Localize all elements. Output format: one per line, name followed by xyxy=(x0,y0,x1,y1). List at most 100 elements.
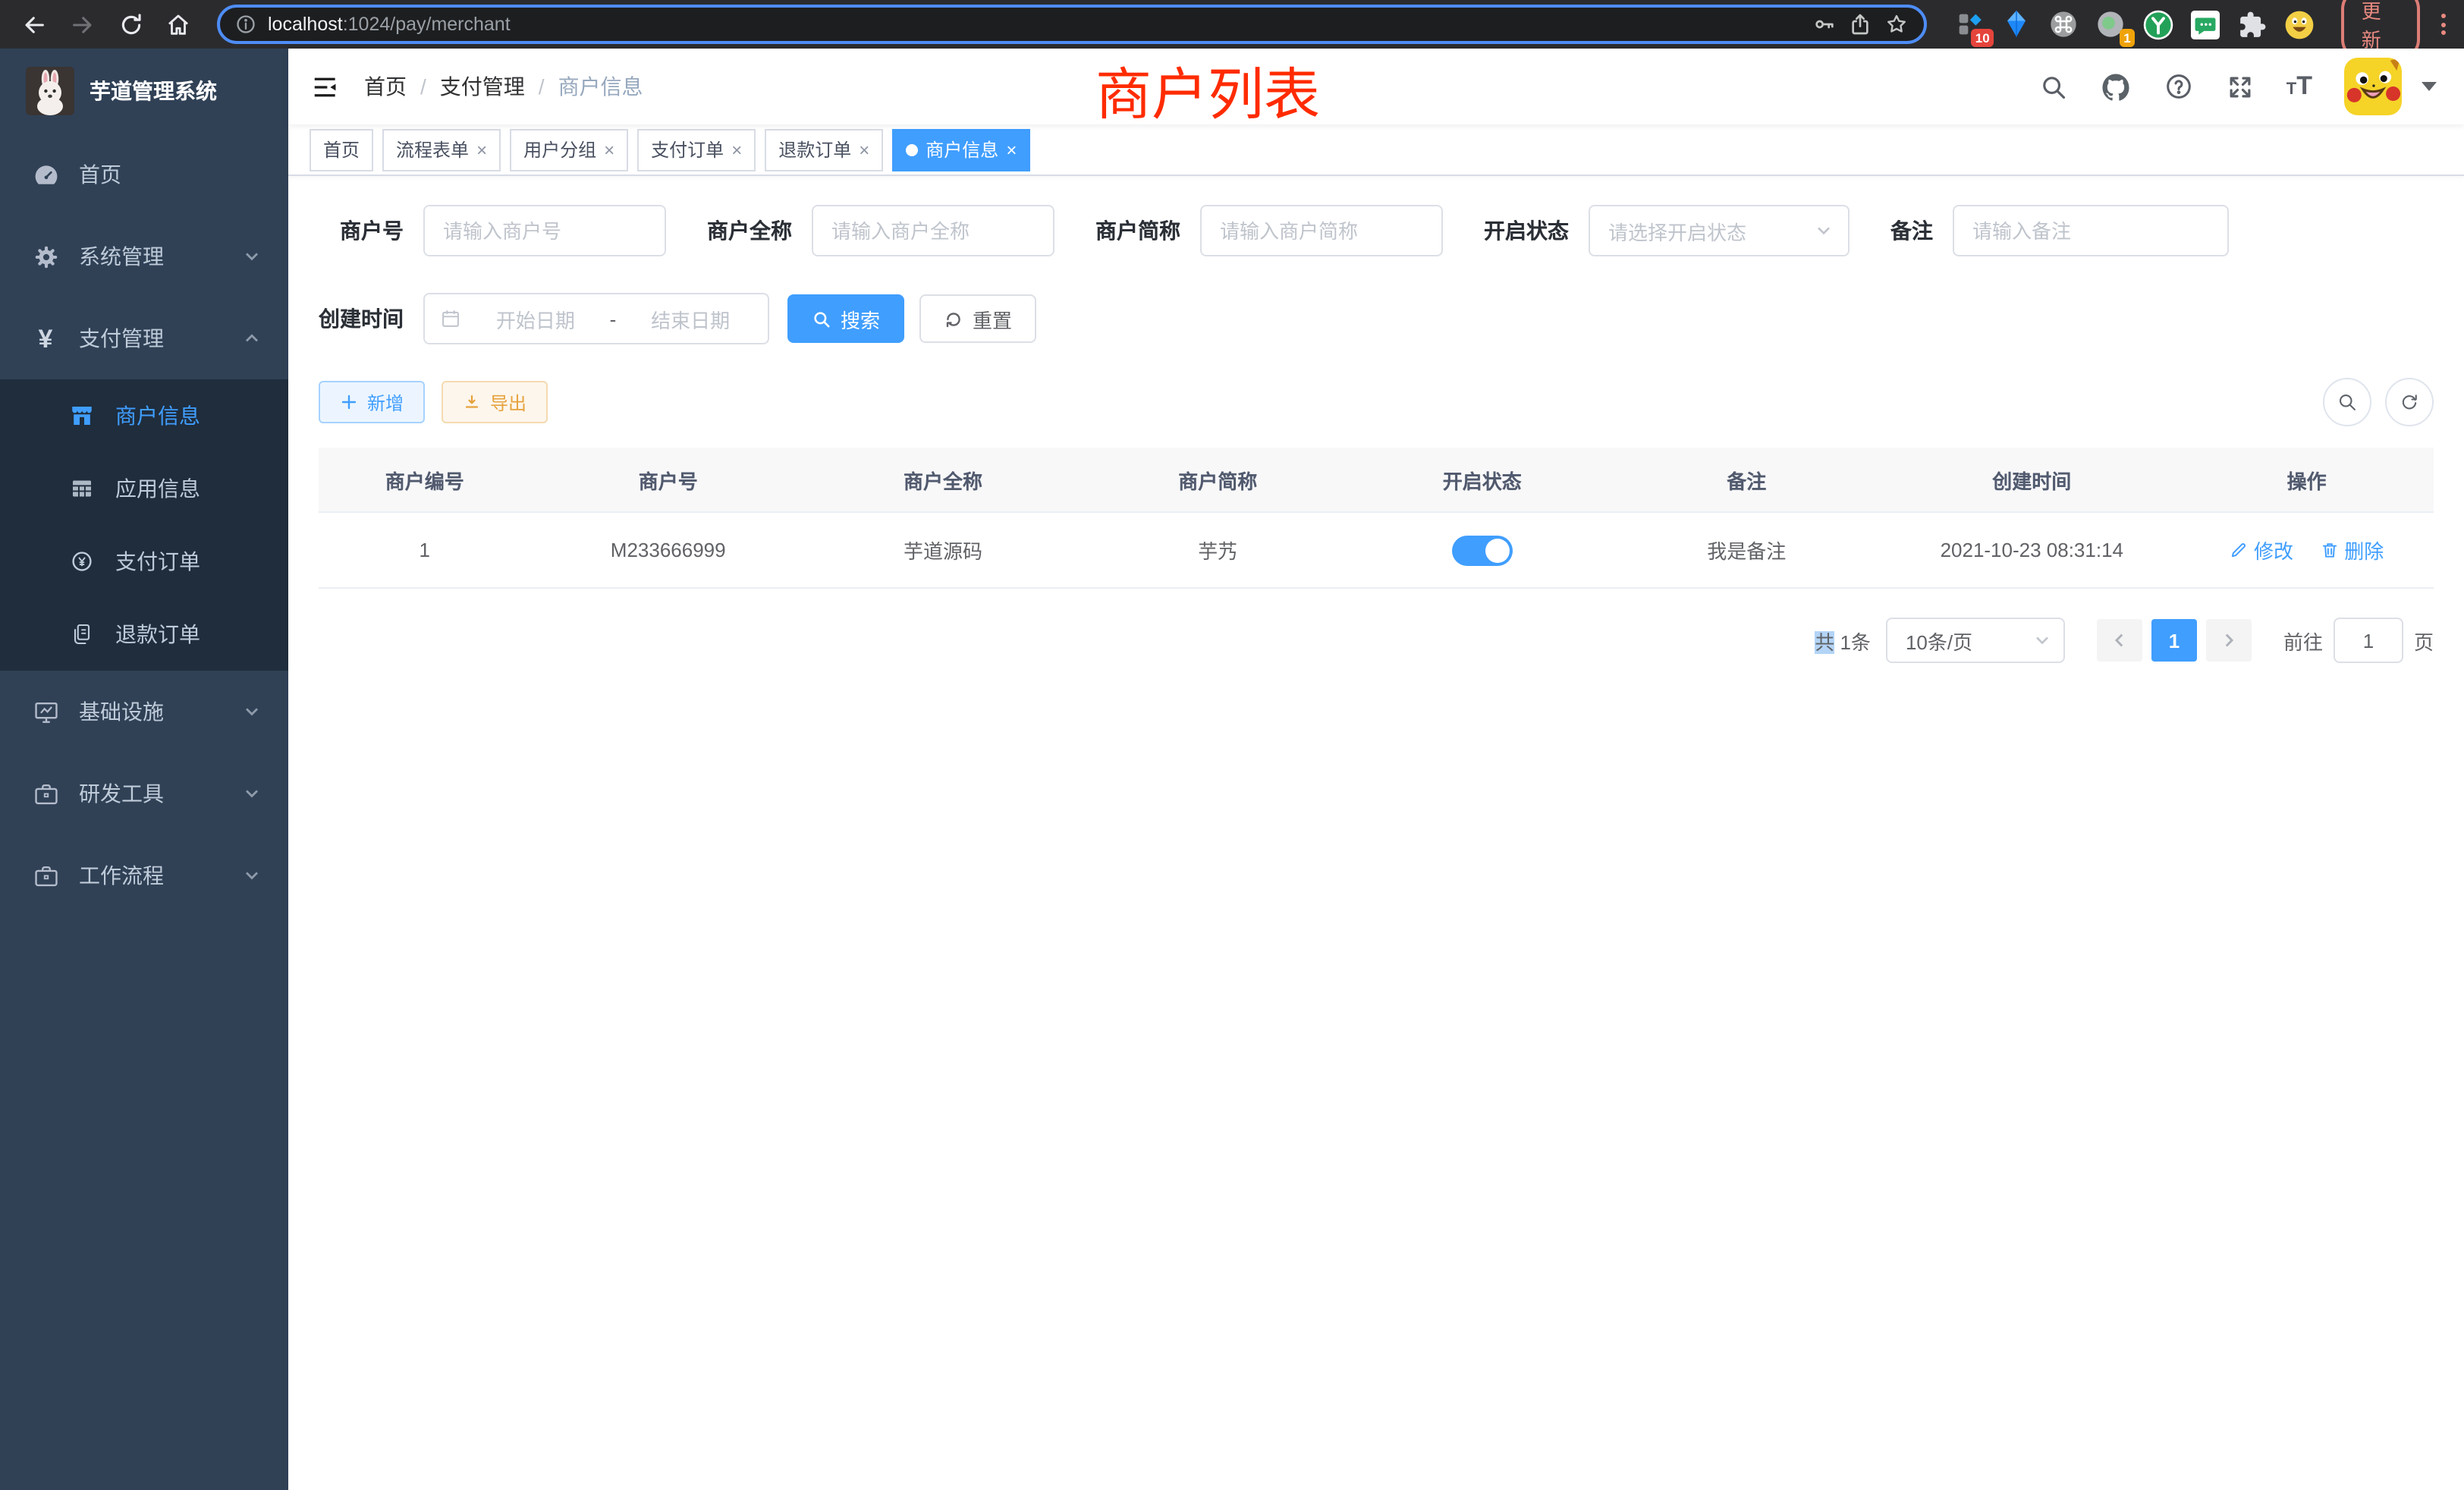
extension-y-icon[interactable] xyxy=(2140,6,2176,42)
reset-button[interactable]: 重置 xyxy=(919,294,1036,343)
sidebar-collapse-icon[interactable] xyxy=(311,72,340,101)
extension-kite-icon[interactable] xyxy=(1999,6,2035,42)
edit-link[interactable]: 修改 xyxy=(2230,536,2293,564)
breadcrumb-home[interactable]: 首页 xyxy=(364,71,407,102)
header-search-icon[interactable] xyxy=(2039,72,2068,101)
sidebar-item-infra[interactable]: 基础设施 xyxy=(0,671,288,753)
date-start-placeholder: 开始日期 xyxy=(473,304,598,333)
cell-short-name: 芋艿 xyxy=(1080,512,1355,588)
site-info-icon[interactable] xyxy=(234,14,256,35)
extensions-puzzle-icon[interactable] xyxy=(2234,6,2271,42)
sidebar-item-system[interactable]: 系统管理 xyxy=(0,215,288,297)
extension-recorder-icon[interactable]: 1 xyxy=(2093,6,2129,42)
goto-page-input[interactable] xyxy=(2334,618,2403,663)
close-icon[interactable]: × xyxy=(731,140,742,159)
table-refresh-icon[interactable] xyxy=(2385,378,2434,426)
tab-home[interactable]: 首页 xyxy=(310,128,373,171)
browser-menu-icon[interactable] xyxy=(2441,14,2446,35)
tab-refund-order[interactable]: 退款订单 × xyxy=(765,128,883,171)
pay-submenu: 商户信息 应用信息 支付订单 xyxy=(0,379,288,671)
sidebar-item-workflow[interactable]: 工作流程 xyxy=(0,835,288,916)
extension-command-icon[interactable] xyxy=(2046,6,2082,42)
tab-pay-order[interactable]: 支付订单 × xyxy=(637,128,756,171)
next-page-button[interactable] xyxy=(2206,619,2252,662)
merchant-no-input[interactable] xyxy=(423,205,666,256)
date-range-picker[interactable]: 开始日期 - 结束日期 xyxy=(423,293,769,344)
address-bar[interactable]: localhost:1024/pay/merchant xyxy=(216,5,1928,44)
document-icon xyxy=(64,621,100,648)
status-select[interactable]: 请选择开启状态 xyxy=(1589,205,1850,256)
home-icon[interactable] xyxy=(159,5,198,44)
profile-emoji-icon[interactable] xyxy=(2281,6,2318,42)
plus-icon xyxy=(340,393,358,411)
status-toggle[interactable] xyxy=(1452,535,1513,565)
dashboard-icon xyxy=(27,160,64,189)
merchant-list-page: 商户号 商户全称 商户简称 开启状态 请选择开启状态 xyxy=(288,176,2464,1490)
github-icon[interactable] xyxy=(2100,71,2132,102)
sidebar-item-pay[interactable]: ¥ 支付管理 xyxy=(0,297,288,379)
reload-icon[interactable] xyxy=(112,5,150,44)
search-button[interactable]: 搜索 xyxy=(787,294,904,343)
extension-chat-icon[interactable] xyxy=(2187,6,2224,42)
font-size-icon[interactable]: TT xyxy=(2286,71,2312,102)
yen-icon: ¥ xyxy=(27,325,64,351)
create-time-label: 创建时间 xyxy=(319,303,404,334)
chevron-down-icon xyxy=(243,703,261,721)
avatar-caret-icon[interactable] xyxy=(2422,82,2437,91)
sidebar-item-refund-order[interactable]: 退款订单 xyxy=(0,598,288,671)
sidebar-item-pay-order[interactable]: 支付订单 xyxy=(0,525,288,598)
short-name-input[interactable] xyxy=(1200,205,1443,256)
logo-rabbit-image xyxy=(26,67,74,115)
full-name-label: 商户全称 xyxy=(707,215,792,246)
tab-user-group[interactable]: 用户分组 × xyxy=(510,128,628,171)
share-icon[interactable] xyxy=(1849,12,1873,36)
total-count: 共 1条 xyxy=(1815,626,1871,655)
fullscreen-icon[interactable] xyxy=(2226,72,2255,101)
goto-label: 前往 xyxy=(2283,626,2323,655)
help-icon[interactable] xyxy=(2164,71,2194,102)
export-button[interactable]: 导出 xyxy=(442,381,548,423)
gear-icon xyxy=(27,242,64,271)
extension-badge: 10 xyxy=(1971,28,1994,47)
page-size-select[interactable]: 10条/页 xyxy=(1886,618,2065,663)
app-logo: 芋道管理系统 xyxy=(0,49,288,134)
close-icon[interactable]: × xyxy=(476,140,487,159)
breadcrumb-pay[interactable]: 支付管理 xyxy=(440,71,525,102)
back-icon[interactable] xyxy=(15,5,54,44)
close-icon[interactable]: × xyxy=(859,140,869,159)
remark-input[interactable] xyxy=(1953,205,2229,256)
prev-page-button[interactable] xyxy=(2097,619,2142,662)
select-caret-icon xyxy=(1815,222,1833,240)
password-key-icon[interactable] xyxy=(1812,12,1837,36)
tab-merchant-info[interactable]: 商户信息 × xyxy=(892,128,1030,171)
sidebar-item-devtools[interactable]: 研发工具 xyxy=(0,753,288,835)
sidebar-item-home[interactable]: 首页 xyxy=(0,134,288,215)
sidebar-item-merchant-info[interactable]: 商户信息 xyxy=(0,379,288,452)
table-row: 1 M233666999 芋道源码 芋艿 我是备注 2021-10-23 08:… xyxy=(319,512,2434,588)
tab-process-form[interactable]: 流程表单 × xyxy=(382,128,501,171)
add-button[interactable]: 新增 xyxy=(319,381,425,423)
sidebar-item-app-info[interactable]: 应用信息 xyxy=(0,452,288,525)
remark-label: 备注 xyxy=(1890,215,1933,246)
grid-icon xyxy=(64,475,100,502)
chevron-right-icon xyxy=(2220,631,2238,649)
page-number-1[interactable]: 1 xyxy=(2151,619,2197,662)
forward-icon[interactable] xyxy=(63,5,102,44)
bookmark-star-icon[interactable] xyxy=(1885,12,1909,36)
cell-created: 2021-10-23 08:31:14 xyxy=(1884,512,2180,588)
edit-pencil-icon xyxy=(2230,540,2249,560)
delete-link[interactable]: 删除 xyxy=(2320,536,2384,564)
extension-badge: 1 xyxy=(2119,28,2135,47)
close-icon[interactable]: × xyxy=(604,140,614,159)
close-icon[interactable]: × xyxy=(1006,140,1017,159)
extension-clipboard-icon[interactable]: 10 xyxy=(1952,6,1988,42)
active-dot xyxy=(906,143,918,156)
table-search-toggle-icon[interactable] xyxy=(2323,378,2371,426)
chevron-down-icon xyxy=(243,784,261,803)
full-name-input[interactable] xyxy=(812,205,1054,256)
chevron-down-icon xyxy=(243,866,261,885)
screen: localhost:1024/pay/merchant 10 xyxy=(0,0,2464,1490)
avatar[interactable] xyxy=(2344,58,2402,115)
merchant-table: 商户编号 商户号 商户全称 商户简称 开启状态 备注 创建时间 操作 1 xyxy=(319,448,2434,589)
cell-merchant-no: M233666999 xyxy=(531,512,806,588)
